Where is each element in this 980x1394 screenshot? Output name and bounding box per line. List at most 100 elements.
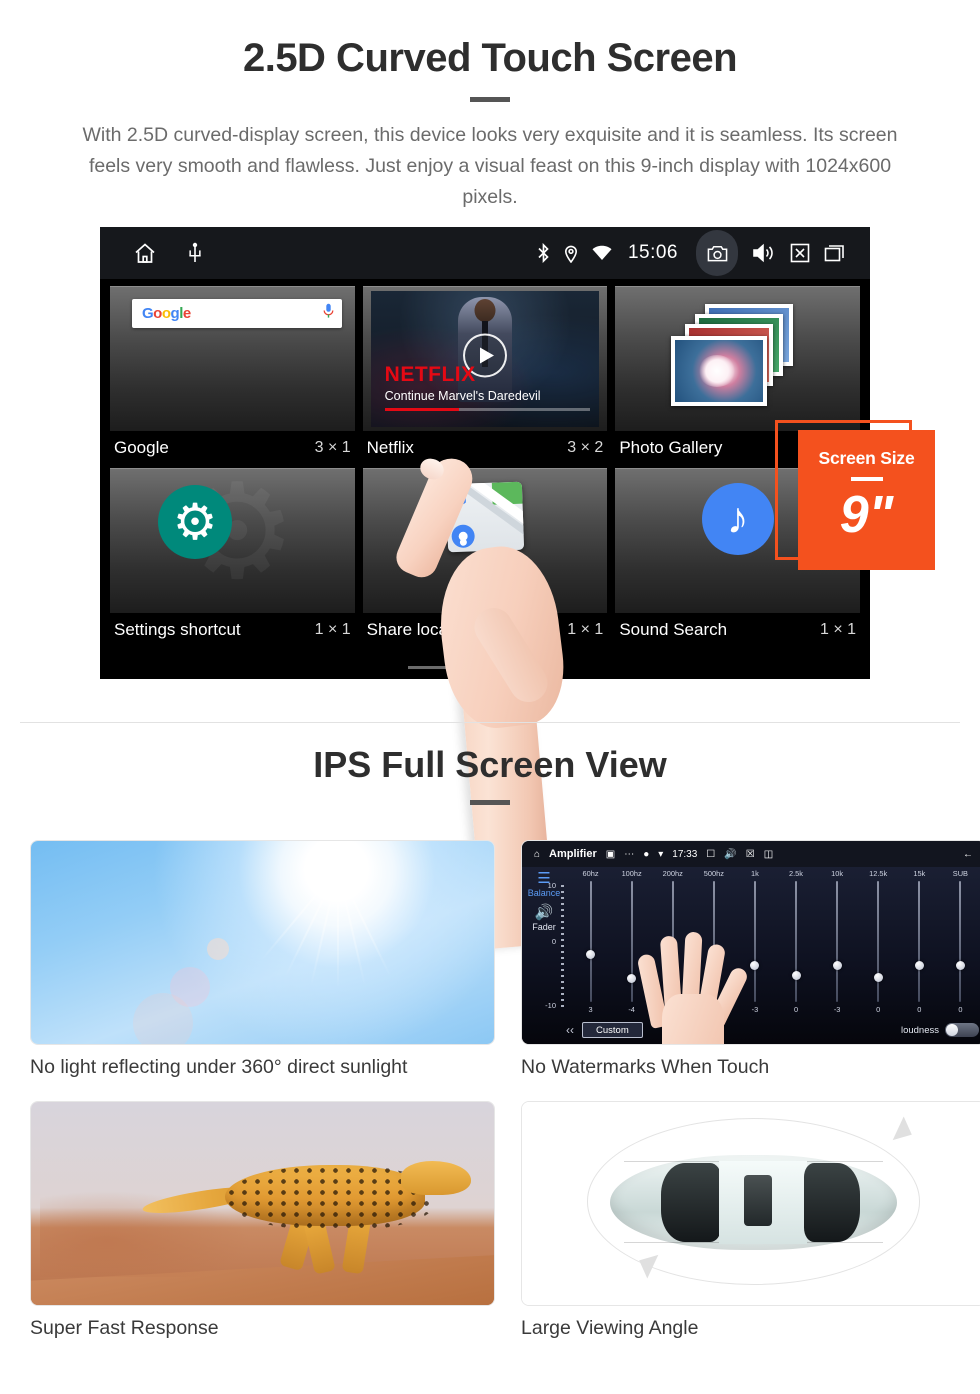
eq-sliders: 3 -4 0 0 -3 0 -3 0 0 0 [570, 881, 980, 1014]
page-dot[interactable] [464, 666, 506, 669]
eq-scale: 10 0 -10 [544, 881, 568, 1014]
recent-apps-icon[interactable]: ◫ [764, 849, 773, 860]
eq-slider: -3 [734, 881, 775, 1014]
widget-label: Netflix [366, 438, 414, 457]
feature-row-2: Super Fast Response Large Viewing Angle [0, 1101, 980, 1340]
widget-cell-share-location[interactable]: G Share location 1 × 1 [359, 465, 612, 647]
search-input[interactable]: Google [132, 299, 342, 328]
section-curved-touch-screen: 2.5D Curved Touch Screen With 2.5D curve… [0, 0, 980, 950]
volume-icon[interactable]: 🔊 [724, 849, 736, 860]
product-page: 2.5D Curved Touch Screen With 2.5D curve… [0, 0, 980, 1394]
feature-card-grid: No light reflecting under 360° direct su… [0, 840, 980, 1340]
netflix-caption: Continue Marvel's Daredevil [384, 389, 541, 403]
widget-label: Photo Gallery [619, 438, 723, 457]
microphone-icon[interactable] [323, 303, 334, 324]
netflix-widget[interactable]: NETFLIX Continue Marvel's Daredevil [362, 286, 608, 431]
photo-stack-icon [663, 304, 813, 414]
eq-band-label: 200hz [662, 869, 683, 878]
loudness-control[interactable]: loudness [901, 1023, 979, 1037]
amplifier-screen-image: ⌂ Amplifier ▣ ⋯ ● ▾ 17:33 ☐ 🔊 ☒ ◫ ← ☰ Ba… [521, 840, 980, 1045]
eq-value: 3 [588, 1005, 593, 1014]
amplifier-controls: ‹‹ Custom loudness [566, 1019, 979, 1041]
eq-value: -3 [833, 1005, 841, 1014]
car-top-view-image [521, 1101, 980, 1306]
status-bar: 15:06 [100, 227, 870, 279]
android-screen: 15:06 Google Google 3 × 1 NETFLIX Contin… [100, 227, 870, 679]
widget-size: 1 × 1 [567, 621, 604, 638]
camera-icon[interactable] [696, 230, 738, 276]
netflix-brand: NETFLIX [384, 363, 476, 386]
eq-scale-top: 10 [547, 881, 556, 890]
photo-gallery-widget[interactable] [615, 286, 860, 431]
eq-band-label: 60hz [582, 869, 599, 878]
widget-cell-netflix[interactable]: NETFLIX Continue Marvel's Daredevil Netf… [359, 283, 612, 465]
badge-fill: Screen Size 9" [798, 430, 935, 570]
eq-band-label: 12.5k [869, 869, 888, 878]
settings-shortcut-widget[interactable]: ⚙ ⚙ [110, 468, 355, 613]
page-indicator[interactable] [100, 666, 870, 669]
widget-size: 1 × 1 [819, 621, 856, 638]
music-note-icon[interactable]: ♪ [701, 483, 774, 555]
feature-card-no-watermarks: ⌂ Amplifier ▣ ⋯ ● ▾ 17:33 ☐ 🔊 ☒ ◫ ← ☰ Ba… [521, 840, 980, 1079]
eq-band-label: SUB [952, 869, 968, 878]
feature-caption: No Watermarks When Touch [521, 1056, 770, 1078]
google-maps-icon[interactable]: G [445, 481, 525, 553]
eq-band-label: 1k [751, 869, 759, 878]
widget-label: Settings shortcut [114, 620, 241, 639]
loudness-toggle[interactable] [945, 1023, 979, 1037]
eq-slider: 0 [940, 881, 980, 1014]
eq-band-labels: 60hz 100hz 200hz 500hz 1k 2.5k 10k 12.5k… [570, 869, 980, 878]
amplifier-status-bar: ⌂ Amplifier ▣ ⋯ ● ▾ 17:33 ☐ 🔊 ☒ ◫ ← [522, 841, 980, 867]
gallery-icon[interactable]: ▣ [606, 849, 615, 860]
sunny-blue-sky-image [30, 840, 495, 1045]
eq-scale-bottom: -10 [545, 1001, 556, 1010]
widget-label: Share location [366, 620, 476, 639]
loudness-label: loudness [900, 1024, 939, 1036]
feature-caption: No light reflecting under 360° direct su… [30, 1056, 408, 1078]
badge-label: Screen Size [818, 448, 915, 468]
eq-slider: 0 [858, 881, 899, 1014]
head-unit-screenshot: 15:06 Google Google 3 × 1 NETFLIX Contin… [0, 227, 980, 950]
eq-slider: 0 [775, 881, 816, 1014]
share-location-widget[interactable]: G [362, 468, 608, 613]
badge-value: 9" [839, 486, 894, 544]
section-ips-full-screen-view: IPS Full Screen View No light reflecting… [0, 744, 980, 1339]
section-description: With 2.5D curved-display screen, this de… [82, 124, 898, 208]
progress-bar [384, 408, 590, 411]
status-clock: 15:06 [627, 242, 678, 263]
back-arrow-icon[interactable]: ← [963, 849, 973, 860]
screen-size-badge: Screen Size 9" [775, 420, 935, 580]
google-search-widget[interactable]: Google [110, 286, 355, 431]
eq-slider: 3 [570, 881, 611, 1014]
amplifier-title: Amplifier [549, 848, 597, 860]
widget-cell-google[interactable]: Google Google 3 × 1 [106, 283, 359, 465]
wifi-icon [592, 245, 612, 261]
eq-value: -3 [751, 1005, 759, 1014]
page-dot-active[interactable] [520, 666, 562, 669]
volume-icon[interactable] [752, 243, 776, 263]
prev-preset-icon[interactable]: ‹‹ [566, 1023, 574, 1037]
eq-band-label: 10k [831, 869, 844, 878]
section2-title: IPS Full Screen View [313, 744, 667, 785]
eq-value: 0 [876, 1005, 881, 1014]
page-title: 2.5D Curved Touch Screen [242, 36, 738, 80]
running-cheetah-image [30, 1101, 495, 1306]
close-box-icon[interactable] [790, 243, 810, 263]
page-dot[interactable] [408, 666, 450, 669]
preset-button[interactable]: Custom [582, 1022, 643, 1038]
rotation-arrow-icon [893, 1116, 918, 1147]
widget-cell-settings[interactable]: ⚙ ⚙ Settings shortcut 1 × 1 [106, 465, 359, 647]
eq-value: 0 [793, 1005, 799, 1014]
car-sunroof [744, 1175, 772, 1226]
feature-card-sunlight: No light reflecting under 360° direct su… [30, 840, 495, 1079]
recent-apps-icon[interactable] [824, 243, 848, 263]
home-icon[interactable]: ⌂ [534, 849, 540, 860]
more-icon[interactable]: ⋯ [624, 849, 634, 860]
home-icon[interactable] [132, 241, 158, 265]
camera-icon[interactable]: ☐ [706, 849, 715, 860]
settings-gear-icon[interactable]: ⚙ [158, 485, 232, 559]
bluetooth-icon [537, 243, 550, 263]
close-box-icon[interactable]: ☒ [746, 849, 755, 860]
feature-caption: Large Viewing Angle [521, 1317, 699, 1339]
widget-size: 3 × 1 [314, 439, 351, 456]
